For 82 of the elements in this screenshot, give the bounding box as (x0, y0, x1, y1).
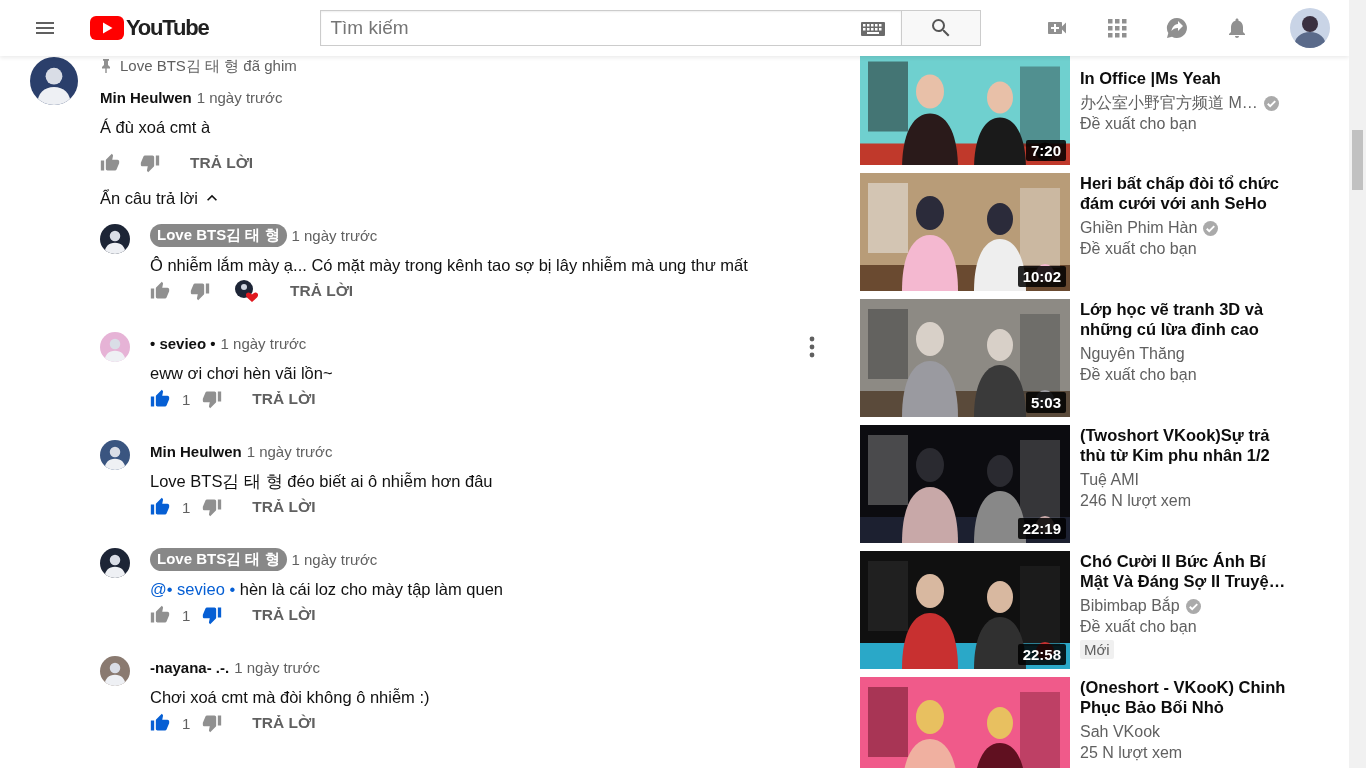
thumbs-down-icon[interactable] (202, 497, 223, 517)
reply-button[interactable]: TRẢ LỜI (252, 606, 316, 624)
comment-text: Love BTS김 태 형 đéo biết ai ô nhiễm hơn đâu (150, 471, 494, 492)
video-title[interactable]: Chó Cười II Bức Ánh Bí Mật Và Đáng Sợ II Truyệ… (1080, 551, 1295, 591)
comment-time[interactable]: 1 ngày trước (196, 88, 283, 106)
video-title[interactable]: Heri bất chấp đòi tổ chức đám cưới với anh SeHo (1080, 173, 1295, 213)
video-duration: 10:02 (1017, 266, 1066, 287)
video-duration: 22:19 (1017, 518, 1066, 539)
thumbs-down-icon[interactable] (202, 389, 223, 409)
comment-time[interactable]: 1 ngày trước (246, 442, 333, 460)
author-name[interactable]: -nayana- .-. (150, 658, 230, 676)
channel-name[interactable]: Tuệ AMI (1080, 471, 1139, 489)
account-avatar[interactable] (1290, 8, 1331, 48)
thumbs-down-icon[interactable] (190, 281, 210, 301)
thumbs-down-icon[interactable] (140, 153, 160, 173)
reply-button[interactable]: TRẢ LỜI (252, 390, 316, 408)
video-title[interactable]: (Oneshort - VKooK) Chinh Phục Bảo Bối Nhỏ (1080, 677, 1295, 717)
reply-button[interactable]: TRẢ LỜI (190, 154, 254, 172)
video-meta: Đề xuất cho bạn (1080, 115, 1198, 134)
thumbs-up-icon[interactable] (150, 713, 170, 733)
keyboard-icon[interactable] (861, 22, 886, 36)
video-duration: 5:03 (1025, 392, 1066, 413)
thumbs-up-icon[interactable] (150, 497, 170, 517)
video-title[interactable]: In Office |Ms Yeah (1080, 68, 1295, 88)
channel-name[interactable]: 办公室小野官方频道 M… (1080, 92, 1258, 114)
channel-name[interactable]: Sah VKook (1080, 723, 1161, 741)
comment-text: Á đù xoá cmt à (100, 117, 212, 138)
comment-text: eww ơi chơi hèn vãi lồn~ (150, 363, 334, 384)
user-avatar[interactable] (100, 224, 130, 254)
user-avatar[interactable] (30, 57, 78, 105)
chat-arrow-icon[interactable] (1165, 16, 1190, 40)
video-meta: Đề xuất cho bạn (1080, 240, 1198, 259)
comment-time[interactable]: 1 ngày trước (234, 658, 320, 676)
like-count: 1 (182, 606, 191, 624)
scrollbar-thumb[interactable] (1352, 130, 1363, 190)
play-icon (90, 16, 124, 40)
pinned-label: Love BTS김 태 형 đã ghim (120, 56, 297, 76)
thumbs-up-icon[interactable] (150, 281, 170, 301)
thumbs-down-icon[interactable] (202, 713, 223, 733)
like-count: 1 (182, 714, 191, 732)
video-meta: 246 N lượt xem (1080, 492, 1192, 511)
reply-button[interactable]: TRẢ LỜI (252, 714, 316, 732)
search-button[interactable] (901, 10, 982, 46)
thumbs-up-icon[interactable] (100, 153, 120, 173)
owner-name-badge[interactable]: Love BTS김 태 형 (150, 547, 287, 571)
author-name[interactable]: Min Heulwen (100, 88, 192, 106)
channel-name[interactable]: Bibimbap Bắp (1080, 597, 1180, 615)
hide-replies-button[interactable]: Ẩn câu trả lời (100, 187, 222, 209)
video-title[interactable]: (Twoshort VKook)Sự trả thù từ Kim phu nhân 1/2 (1080, 425, 1295, 465)
owner-name-badge[interactable]: Love BTS김 태 형 (150, 223, 287, 247)
user-avatar[interactable] (100, 548, 130, 578)
comment-time[interactable]: 1 ngày trước (291, 550, 378, 568)
reply-button[interactable]: TRẢ LỜI (252, 498, 316, 516)
apps-grid-icon[interactable] (1105, 16, 1130, 40)
thumbs-up-icon[interactable] (150, 605, 170, 625)
channel-name[interactable]: Nguyên Thăng (1080, 345, 1185, 363)
comment-text: Ô nhiễm lắm mày ạ... Có mặt mày trong kênh tao sợ bị lây nhiễm mà ung thư mất (150, 255, 749, 276)
like-count: 1 (182, 390, 191, 408)
user-avatar[interactable] (100, 440, 130, 470)
author-name[interactable]: Min Heulwen (150, 442, 242, 460)
comment-text: Chơi xoá cmt mà đòi không ô nhiễm :) (150, 687, 431, 708)
pin-icon (100, 59, 112, 73)
more-options-icon[interactable] (809, 336, 815, 358)
video-meta: Đề xuất cho bạn (1080, 618, 1198, 637)
comment-time[interactable]: 1 ngày trước (220, 334, 307, 352)
comment-text: @• sevieo • hèn là cái loz cho mày tập làm quen (150, 579, 504, 600)
mention-link[interactable]: @• sevieo • (150, 580, 236, 598)
logo-link[interactable]: YouTube (90, 15, 209, 41)
video-duration: 7:20 (1025, 140, 1066, 161)
video-meta: 25 N lượt xem (1080, 744, 1184, 763)
video-title[interactable]: Lớp học vẽ tranh 3D và những cú lừa đỉnh cao (1080, 299, 1295, 339)
search-field[interactable]: Tìm kiếm (320, 10, 902, 46)
video-meta: Đề xuất cho bạn (1080, 366, 1198, 385)
video-duration: 22:58 (1017, 644, 1066, 665)
author-name[interactable]: • sevieo • (150, 334, 216, 352)
reply-button[interactable]: TRẢ LỜI (290, 282, 354, 300)
new-badge: Mới (1080, 640, 1114, 659)
thumbs-down-icon[interactable] (202, 605, 223, 625)
channel-name[interactable]: Ghiền Phim Hàn (1080, 219, 1198, 237)
thumbs-up-icon[interactable] (150, 389, 170, 409)
comment-time[interactable]: 1 ngày trước (291, 226, 378, 244)
like-count: 1 (182, 498, 191, 516)
